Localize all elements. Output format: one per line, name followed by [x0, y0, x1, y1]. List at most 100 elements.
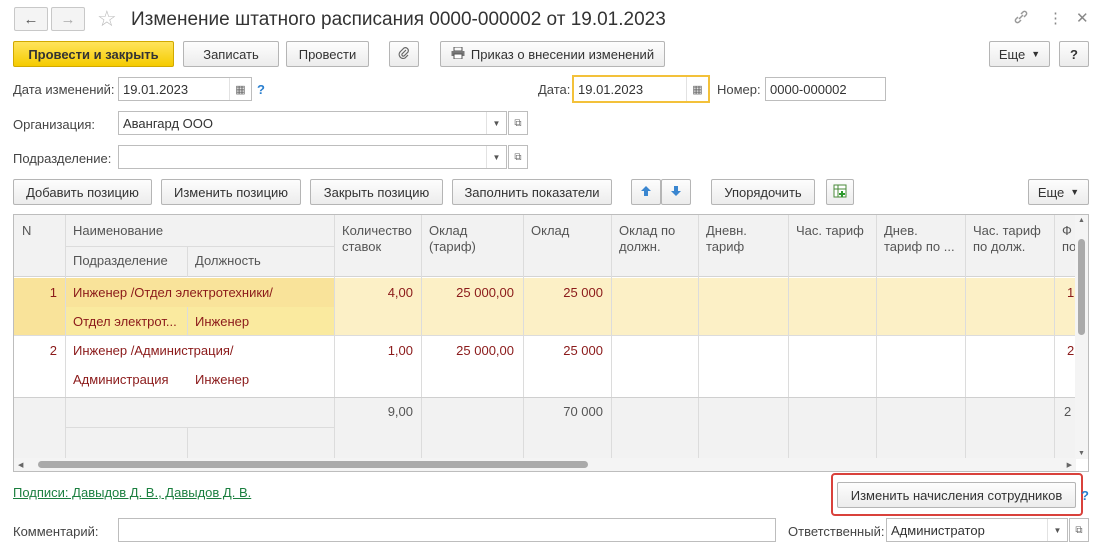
- horizontal-scrollbar[interactable]: ◀ ▶: [14, 458, 1076, 471]
- order-button[interactable]: Приказ о внесении изменений: [440, 41, 665, 67]
- table-settings-button[interactable]: [826, 179, 854, 205]
- open-icon[interactable]: ⧉: [1069, 518, 1089, 542]
- col-hour-tariff-by-header[interactable]: Час. тариф по долж.: [965, 223, 1061, 255]
- scroll-thumb[interactable]: [1078, 239, 1085, 335]
- scroll-up-icon[interactable]: ▲: [1078, 217, 1085, 224]
- col-cut-header[interactable]: Ф по: [1054, 223, 1076, 255]
- star-icon[interactable]: ☆: [97, 6, 117, 32]
- department-field[interactable]: ▼: [118, 145, 507, 169]
- table-more-button[interactable]: Еще ▼: [1028, 179, 1089, 205]
- row2-position[interactable]: Инженер: [195, 372, 249, 387]
- row2-cut[interactable]: 2: [1067, 343, 1074, 358]
- signatures-link[interactable]: Подписи: Давыдов Д. В., Давыдов Д. В.: [13, 485, 251, 500]
- grid-line: [14, 397, 1076, 398]
- scroll-right-icon[interactable]: ▶: [1067, 461, 1072, 469]
- row1-position[interactable]: Инженер: [195, 314, 249, 329]
- row1-n[interactable]: 1: [14, 285, 57, 300]
- page-title: Изменение штатного расписания 0000-00000…: [131, 9, 666, 30]
- close-icon[interactable]: ✕: [1076, 9, 1089, 27]
- row2-salary-tariff[interactable]: 25 000,00: [421, 343, 514, 358]
- row1-name[interactable]: Инженер /Отдел электротехники/: [73, 285, 273, 300]
- row2-count[interactable]: 1,00: [334, 343, 413, 358]
- responsible-value: Администратор: [891, 522, 985, 538]
- col-day-tariff-header[interactable]: Дневн. тариф: [698, 223, 784, 255]
- change-date-value: 19.01.2023: [123, 81, 189, 97]
- responsible-field[interactable]: Администратор ▼: [886, 518, 1068, 542]
- add-position-button[interactable]: Добавить позицию: [13, 179, 152, 205]
- chevron-down-icon[interactable]: ▼: [486, 146, 506, 168]
- row1-salary-tariff[interactable]: 25 000,00: [421, 285, 514, 300]
- help-icon[interactable]: ?: [1081, 488, 1089, 503]
- arrow-up-icon: [640, 185, 652, 200]
- row1-count[interactable]: 4,00: [334, 285, 413, 300]
- row2-name[interactable]: Инженер /Администрация/: [73, 343, 233, 358]
- scroll-left-icon[interactable]: ◀: [18, 461, 23, 469]
- row1-dept[interactable]: Отдел электрот...: [73, 314, 177, 329]
- organization-field[interactable]: Авангард ООО ▼: [118, 111, 507, 135]
- move-down-button[interactable]: [661, 179, 691, 205]
- help-icon[interactable]: ?: [257, 82, 265, 97]
- calendar-icon[interactable]: ▦: [686, 77, 708, 101]
- department-label: Подразделение:: [13, 151, 112, 166]
- grid-line: [421, 215, 422, 459]
- table-more-label: Еще: [1037, 184, 1065, 200]
- row2-dept[interactable]: Администрация: [73, 372, 169, 387]
- forward-button[interactable]: →: [51, 7, 85, 31]
- fill-indicators-button[interactable]: Заполнить показатели: [452, 179, 612, 205]
- col-n-header[interactable]: N: [14, 223, 39, 239]
- open-icon[interactable]: ⧉: [508, 145, 528, 169]
- row1-cut[interactable]: 1: [1067, 285, 1074, 300]
- col-salary-header[interactable]: Оклад: [523, 223, 577, 239]
- grid-line: [611, 215, 612, 459]
- printer-icon: [451, 46, 465, 62]
- sort-button[interactable]: Упорядочить: [711, 179, 815, 205]
- help-button[interactable]: ?: [1059, 41, 1089, 67]
- grid-line: [65, 427, 334, 428]
- change-date-field[interactable]: 19.01.2023 ▦: [118, 77, 252, 101]
- back-button[interactable]: ←: [14, 7, 48, 31]
- move-up-button[interactable]: [631, 179, 661, 205]
- post-and-close-button[interactable]: Провести и закрыть: [13, 41, 174, 67]
- date-field[interactable]: 19.01.2023 ▦: [572, 75, 710, 103]
- grid-line: [523, 215, 524, 459]
- chevron-down-icon[interactable]: ▼: [486, 112, 506, 134]
- grid-line: [1054, 215, 1055, 459]
- col-count-header[interactable]: Количество ставок: [334, 223, 420, 255]
- edit-position-button[interactable]: Изменить позицию: [161, 179, 301, 205]
- grid-line: [187, 246, 188, 277]
- link-icon[interactable]: [1013, 9, 1029, 28]
- number-field[interactable]: 0000-000002: [765, 77, 886, 101]
- row2-salary[interactable]: 25 000: [523, 343, 603, 358]
- attach-button[interactable]: [389, 41, 419, 67]
- row2-n[interactable]: 2: [14, 343, 57, 358]
- save-button[interactable]: Записать: [183, 41, 279, 67]
- grid-line: [187, 307, 188, 335]
- grid-line: [187, 427, 188, 459]
- col-position-header[interactable]: Должность: [187, 253, 269, 269]
- comment-field[interactable]: [118, 518, 776, 542]
- post-button[interactable]: Провести: [286, 41, 369, 67]
- grid-line: [65, 215, 66, 459]
- date-value: 19.01.2023: [578, 81, 644, 97]
- col-salary-tariff-header[interactable]: Оклад (тариф): [421, 223, 519, 255]
- calendar-icon[interactable]: ▦: [229, 78, 251, 100]
- col-dept-header[interactable]: Подразделение: [65, 253, 176, 269]
- scroll-down-icon[interactable]: ▼: [1078, 450, 1085, 457]
- change-accruals-button[interactable]: Изменить начисления сотрудников: [837, 482, 1076, 508]
- col-salary-by-pos-header[interactable]: Оклад по должн.: [611, 223, 697, 255]
- row1-salary[interactable]: 25 000: [523, 285, 603, 300]
- scroll-thumb[interactable]: [38, 461, 588, 468]
- col-name-header[interactable]: Наименование: [65, 223, 171, 239]
- col-hour-tariff-header[interactable]: Час. тариф: [788, 223, 872, 239]
- chevron-down-icon[interactable]: ▼: [1047, 519, 1067, 541]
- more-button[interactable]: Еще ▼: [989, 41, 1050, 67]
- more-vertical-icon[interactable]: ⋮: [1048, 9, 1063, 27]
- vertical-scrollbar[interactable]: ▲ ▼: [1075, 215, 1088, 459]
- col-day-tariff-by-header[interactable]: Днев. тариф по ...: [876, 223, 964, 255]
- grid-line: [14, 335, 1076, 336]
- comment-label: Комментарий:: [13, 524, 99, 539]
- open-icon[interactable]: ⧉: [508, 111, 528, 135]
- close-position-button[interactable]: Закрыть позицию: [310, 179, 443, 205]
- date-label: Дата:: [538, 82, 571, 97]
- staffing-table[interactable]: N Наименование Подразделение Должность К…: [13, 214, 1089, 472]
